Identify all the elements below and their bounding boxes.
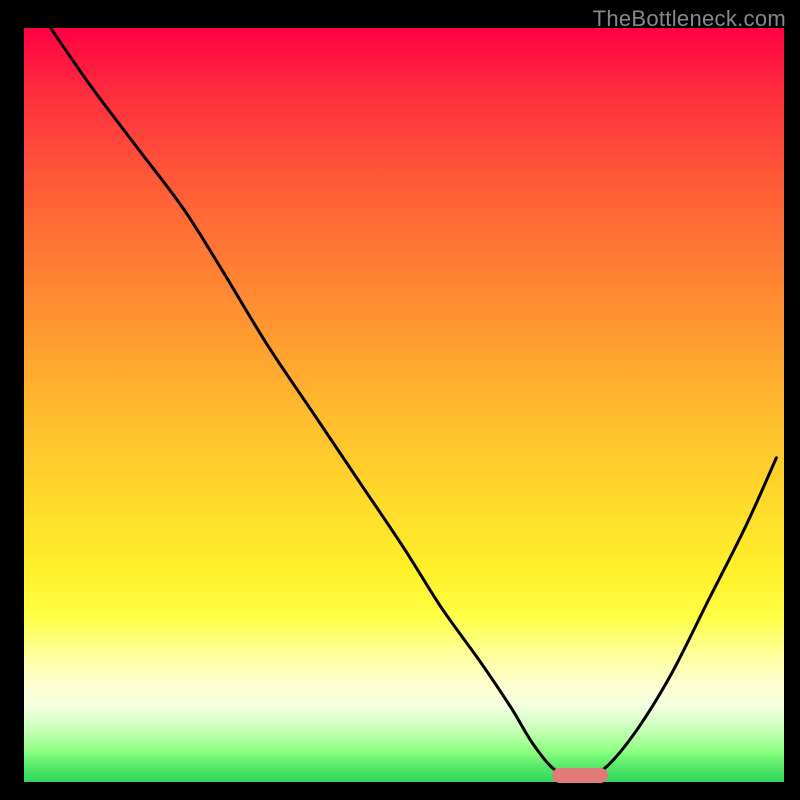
optimal-marker	[552, 768, 608, 783]
heat-gradient	[24, 28, 784, 782]
watermark-text: TheBottleneck.com	[593, 6, 786, 32]
chart-canvas: TheBottleneck.com	[0, 0, 800, 800]
